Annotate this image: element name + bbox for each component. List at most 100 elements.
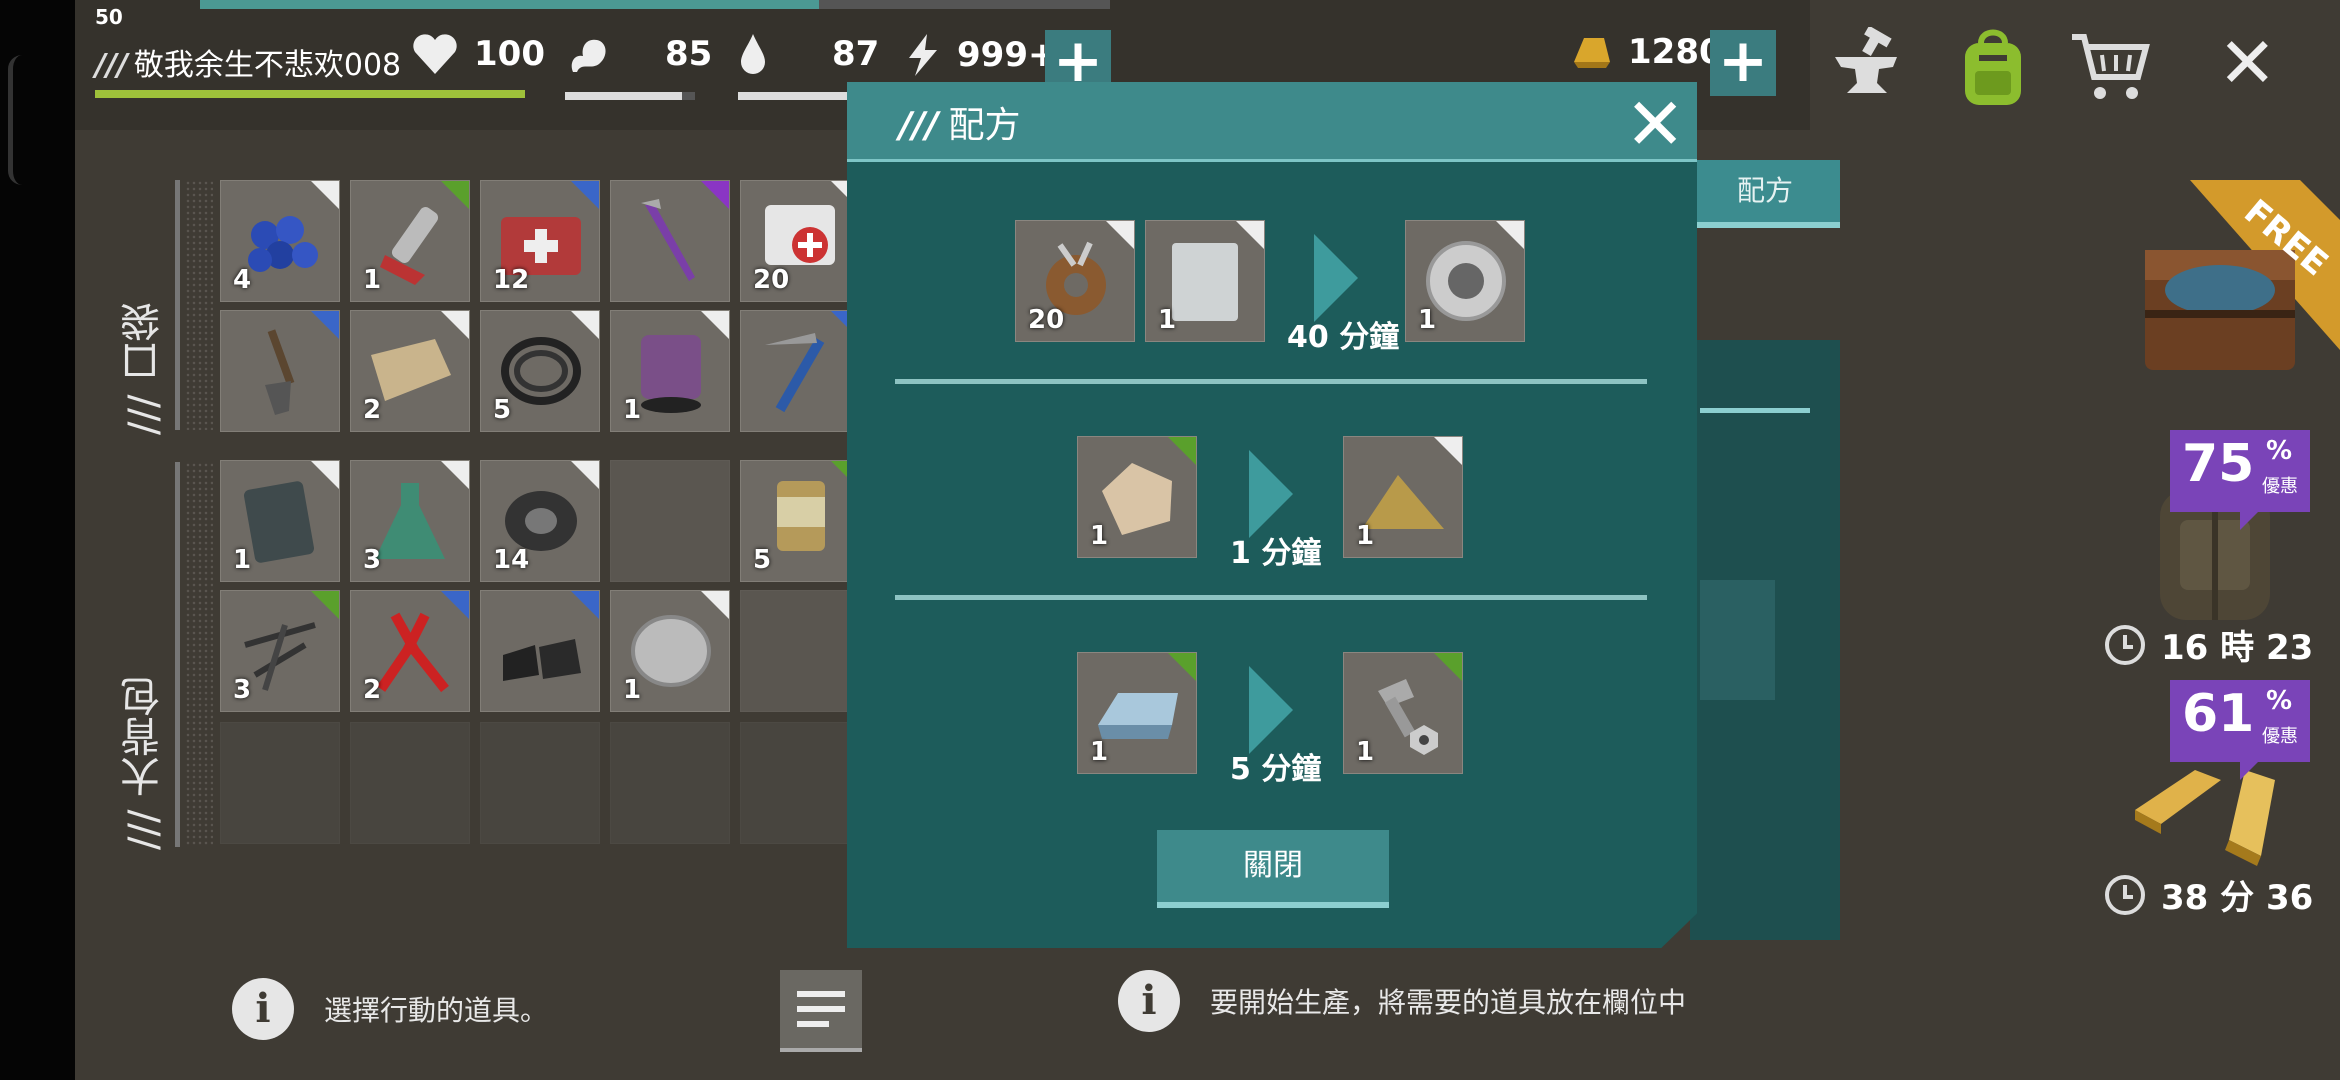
- clock-icon: [2105, 874, 2145, 915]
- backpack-dots: [185, 462, 213, 847]
- rarity-marker: [1168, 653, 1196, 681]
- item-slot[interactable]: 1: [1405, 220, 1525, 342]
- pocket-section-label: /// 口袋: [121, 301, 167, 435]
- sort-menu-button[interactable]: [780, 970, 862, 1052]
- empty-dim-slot[interactable]: [610, 722, 730, 844]
- backpack-button[interactable]: [1948, 22, 2038, 112]
- empty-dim-slot[interactable]: [480, 722, 600, 844]
- rarity-marker: [311, 461, 339, 489]
- offer-timer: 38 分 36: [2105, 870, 2313, 919]
- item-slot[interactable]: 1: [1343, 652, 1463, 774]
- discount-label: 優惠: [2262, 726, 2298, 747]
- lightning-icon: [909, 34, 937, 76]
- item-slot[interactable]: 20: [740, 180, 860, 302]
- clock-icon: [2105, 624, 2145, 665]
- rarity-marker: [311, 181, 339, 209]
- item-slot[interactable]: 1: [220, 460, 340, 582]
- rarity-marker: [441, 461, 469, 489]
- rarity-marker: [701, 311, 729, 339]
- workbench-divider: [1700, 408, 1810, 413]
- item-slot[interactable]: 2: [350, 590, 470, 712]
- empty-dim-slot[interactable]: [740, 722, 860, 844]
- item-quantity: 5: [753, 545, 772, 575]
- percent-sign: %: [2266, 686, 2293, 716]
- item-slot[interactable]: 2: [350, 310, 470, 432]
- dialog-header: ///配方 ✕: [847, 82, 1697, 162]
- free-chest-offer[interactable]: FREE: [2130, 180, 2340, 400]
- arrow-right-icon: [1249, 666, 1293, 754]
- item-slot[interactable]: 4: [220, 180, 340, 302]
- close-button[interactable]: 關閉: [1157, 830, 1389, 908]
- empty-dim-slot[interactable]: [350, 722, 470, 844]
- gold-bar-icon: [1574, 38, 1610, 68]
- item-quantity: 1: [1418, 305, 1437, 335]
- item-slot[interactable]: [610, 180, 730, 302]
- item-quantity: 3: [233, 675, 252, 705]
- item-slot[interactable]: 1: [350, 180, 470, 302]
- rarity-marker: [1434, 437, 1462, 465]
- water-drop-icon: [741, 34, 765, 74]
- item-quantity: 2: [363, 675, 382, 705]
- dialog-close-icon[interactable]: ✕: [1625, 88, 1685, 160]
- item-slot[interactable]: 20: [1015, 220, 1135, 342]
- backpack-section-line: [175, 462, 180, 847]
- discount-label: 優惠: [2262, 476, 2298, 497]
- item-slot[interactable]: 1: [1077, 436, 1197, 558]
- arrow-right-icon: [1249, 450, 1293, 538]
- empty-slot[interactable]: [740, 590, 860, 712]
- item-slot[interactable]: 1: [1077, 652, 1197, 774]
- edge-notch: [8, 55, 22, 185]
- item-slot[interactable]: 1: [1145, 220, 1265, 342]
- select-item-hint: i 選擇行動的道具。: [232, 978, 548, 1040]
- pocket-dots: [185, 180, 213, 430]
- offer-timer-text: 38 分 36: [2161, 878, 2314, 918]
- shop-cart-button[interactable]: [2065, 22, 2155, 112]
- rarity-marker: [441, 311, 469, 339]
- anvil-button[interactable]: [1822, 22, 1912, 112]
- item-quantity: 20: [1028, 305, 1065, 335]
- xp-bar: [200, 0, 1110, 9]
- rarity-marker: [1106, 221, 1134, 249]
- empty-dim-slot[interactable]: [220, 722, 340, 844]
- backpack-icon: [1965, 29, 2021, 105]
- menu-line-icon: [797, 1021, 829, 1027]
- item-slot[interactable]: 5: [480, 310, 600, 432]
- item-quantity: 1: [1356, 521, 1375, 551]
- water-bar-fill: [738, 92, 852, 100]
- item-slot[interactable]: 1: [610, 590, 730, 712]
- add-gold-button[interactable]: +: [1710, 30, 1776, 96]
- item-slot[interactable]: [740, 310, 860, 432]
- item-quantity: 1: [233, 545, 252, 575]
- item-slot[interactable]: 5: [740, 460, 860, 582]
- item-quantity: 1: [623, 395, 642, 425]
- offer-timer: 16 時 23: [2105, 620, 2313, 669]
- item-slot[interactable]: 12: [480, 180, 600, 302]
- rarity-marker: [311, 311, 339, 339]
- rarity-marker: [701, 181, 729, 209]
- item-slot[interactable]: [220, 310, 340, 432]
- item-slot[interactable]: 3: [220, 590, 340, 712]
- item-quantity: 14: [493, 545, 530, 575]
- close-screen-button[interactable]: ✕: [2218, 28, 2277, 98]
- production-hint-text: 要開始生產，將需要的道具放在欄位中: [1210, 986, 1687, 1019]
- workbench-slot[interactable]: [1700, 580, 1775, 700]
- item-slot[interactable]: [480, 590, 600, 712]
- item-slot[interactable]: 1: [1343, 436, 1463, 558]
- empty-slot[interactable]: [610, 460, 730, 582]
- production-hint: i 要開始生產，將需要的道具放在欄位中: [1118, 970, 1686, 1032]
- discount-badge: 61% 優惠: [2170, 680, 2310, 780]
- item-slot[interactable]: 1: [610, 310, 730, 432]
- water-value: 87: [832, 34, 880, 74]
- dialog-title-text: 配方: [948, 105, 1021, 146]
- gold-value: 1280: [1628, 32, 1723, 72]
- recipe-tab[interactable]: 配方: [1690, 160, 1840, 228]
- item-slot[interactable]: 3: [350, 460, 470, 582]
- item-slot[interactable]: 14: [480, 460, 600, 582]
- title-prefix: ///: [899, 105, 939, 146]
- rarity-marker: [1496, 221, 1524, 249]
- rarity-marker: [441, 181, 469, 209]
- gold-counter: 1280: [1570, 32, 1723, 72]
- energy-stat: 999+: [905, 32, 1056, 78]
- recipe-divider: [895, 379, 1647, 384]
- player-name[interactable]: ///敬我余生不悲欢008: [95, 40, 401, 84]
